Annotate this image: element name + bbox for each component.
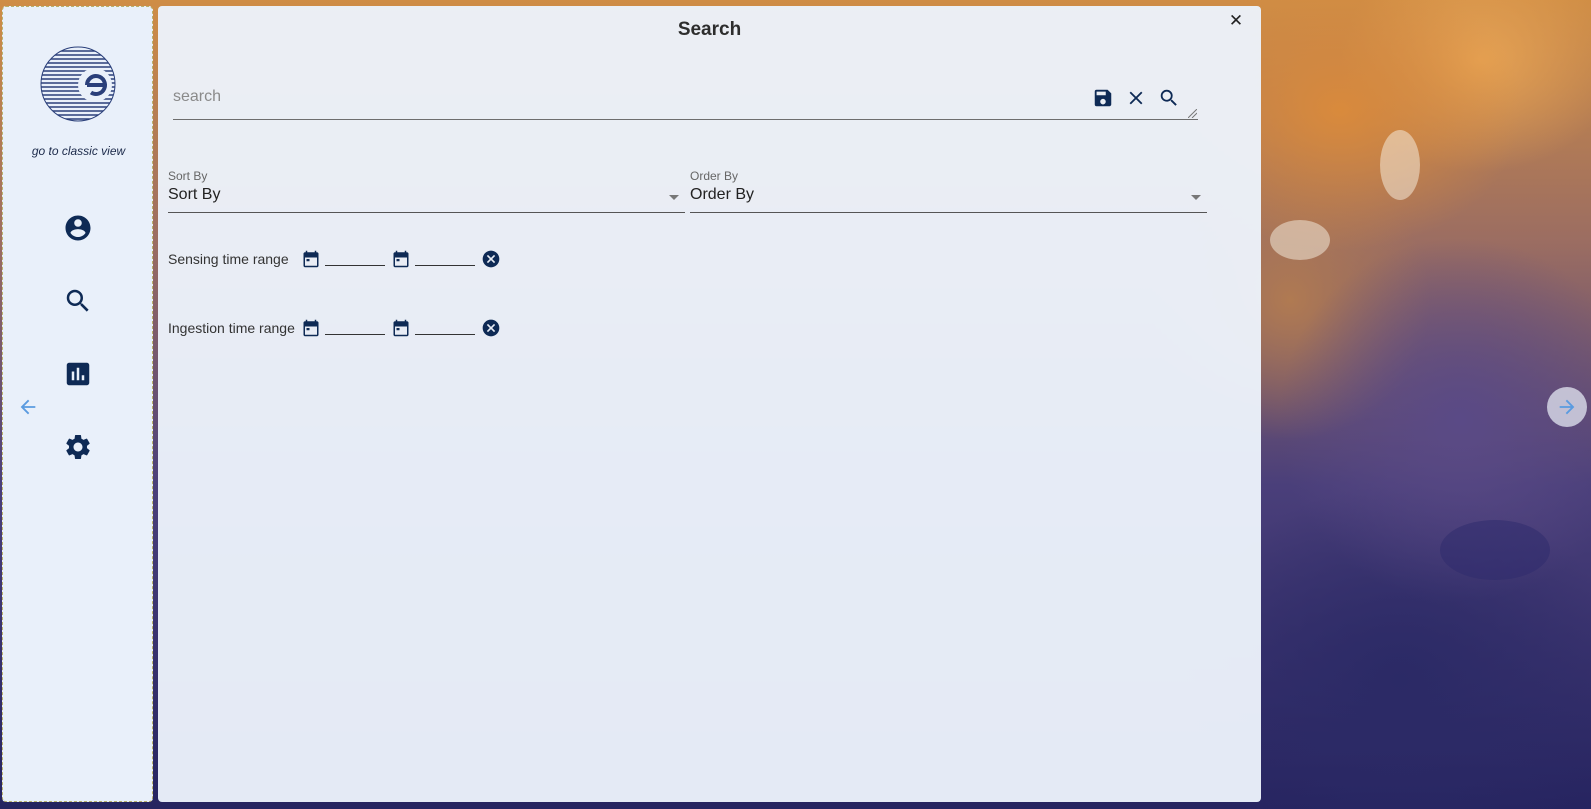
search-submit-icon[interactable] [1156, 85, 1182, 111]
sensing-time-range: Sensing time range [168, 246, 501, 272]
sensing-start-date-input[interactable] [324, 252, 385, 266]
order-by-select[interactable]: Order By Order By [690, 163, 1207, 213]
resize-handle-icon[interactable] [1188, 109, 1197, 118]
search-field [173, 78, 1198, 120]
clear-search-icon[interactable] [1123, 85, 1149, 111]
sort-by-label: Sort By [168, 169, 208, 183]
order-by-value: Order By [690, 186, 755, 203]
calendar-icon[interactable] [301, 249, 321, 269]
gear-icon[interactable] [61, 430, 95, 464]
ingestion-time-range: Ingestion time range [168, 315, 501, 341]
search-icon[interactable] [61, 284, 95, 318]
bar-chart-icon[interactable] [61, 357, 95, 391]
arrow-right-icon [1559, 399, 1575, 415]
search-input[interactable] [173, 84, 1073, 110]
next-arrow-button[interactable] [1547, 387, 1587, 427]
classic-view-link[interactable]: go to classic view [3, 144, 154, 158]
clear-range-icon[interactable] [481, 249, 501, 269]
background-imagery [1270, 220, 1330, 260]
sort-by-select[interactable]: Sort By Sort By [168, 163, 685, 213]
ingestion-end-date-input[interactable] [414, 321, 475, 335]
arrow-left-icon [20, 399, 36, 415]
calendar-icon[interactable] [301, 318, 321, 338]
chevron-down-icon [669, 195, 679, 200]
esa-logo-icon [40, 46, 116, 122]
sort-by-value: Sort By [168, 186, 221, 203]
previous-arrow-button[interactable] [8, 387, 48, 427]
sensing-end-date-input[interactable] [414, 252, 475, 266]
chevron-down-icon [1191, 195, 1201, 200]
sensing-range-label: Sensing time range [168, 251, 289, 267]
ingestion-range-label: Ingestion time range [168, 320, 295, 336]
background-imagery [1440, 520, 1550, 580]
account-circle-icon[interactable] [61, 211, 95, 245]
background-imagery [1380, 130, 1420, 200]
clear-range-icon[interactable] [481, 318, 501, 338]
save-icon[interactable] [1090, 85, 1116, 111]
calendar-icon[interactable] [391, 318, 411, 338]
order-by-label: Order By [690, 169, 739, 183]
ingestion-start-date-input[interactable] [324, 321, 385, 335]
search-panel: Search ✕ Sort By Sort By Order By Order … [158, 6, 1261, 802]
panel-title: Search [677, 19, 742, 40]
calendar-icon[interactable] [391, 249, 411, 269]
close-icon[interactable]: ✕ [1226, 11, 1246, 31]
